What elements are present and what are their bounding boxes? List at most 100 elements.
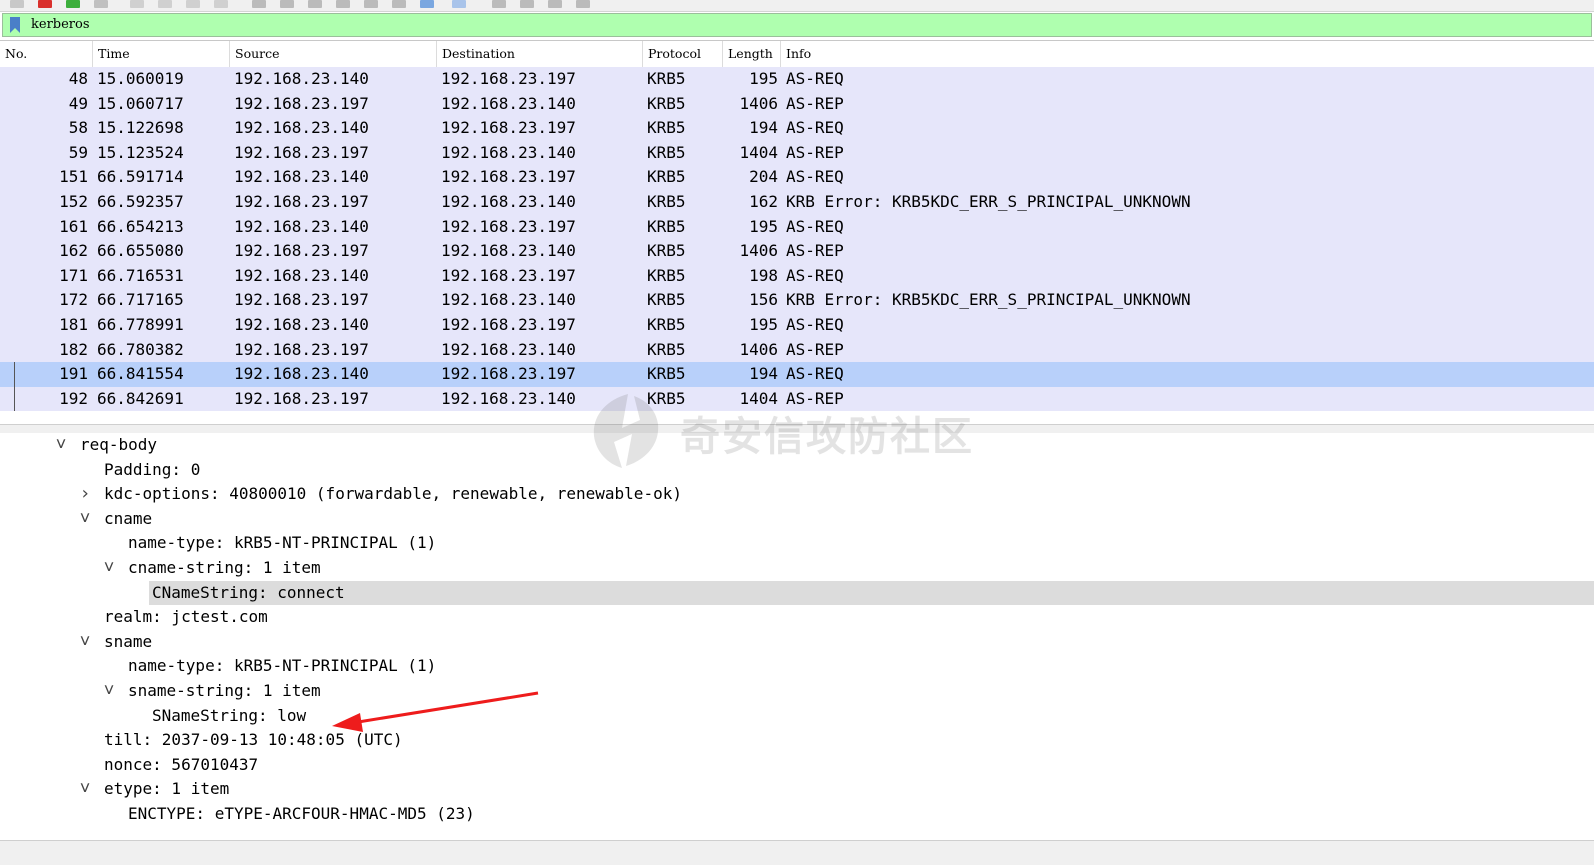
packet-row[interactable]: 192 66.842691 192.168.23.197 192.168.23.140… [0, 386, 1594, 412]
packet-row[interactable]: 171 66.716531 192.168.23.140 192.168.23.197… [0, 263, 1594, 289]
cell-time: 15.060717 [97, 93, 184, 113]
tree-item[interactable]: ˅ sname-string: 1 item [0, 679, 1594, 704]
cell-destination: 192.168.23.197 [441, 364, 576, 384]
packet-details-tree[interactable]: ˅ req-body Padding: 0 › kdc-options: 4080001… [0, 433, 1594, 841]
tree-item[interactable]: SNameString: low [0, 704, 1594, 729]
tree-item[interactable]: Padding: 0 [0, 458, 1594, 483]
go-back-icon[interactable] [252, 0, 266, 8]
packet-row[interactable]: 58 15.122698 192.168.23.140 192.168.23.197 K… [0, 116, 1594, 141]
cell-no: 151 [59, 167, 88, 187]
packet-row[interactable]: 48 15.060019 192.168.23.140 192.168.23.197 K… [0, 67, 1594, 92]
tree-item[interactable]: ˅ sname [0, 630, 1594, 655]
column-header-length[interactable]: Length [723, 41, 781, 67]
cell-info: AS-REQ [786, 216, 844, 236]
reload-icon[interactable] [214, 0, 228, 8]
bookmark-icon[interactable] [9, 17, 21, 33]
tree-item[interactable]: ENCTYPE: eTYPE-ARCFOUR-HMAC-MD5 (23) [0, 802, 1594, 827]
chevron-down-icon[interactable]: ˅ [102, 679, 116, 704]
tree-item-label: name-type: kRB5-NT-PRINCIPAL (1) [128, 533, 437, 553]
packet-row[interactable]: 161 66.654213 192.168.23.140 192.168.23.197… [0, 214, 1594, 240]
cell-time: 66.778991 [97, 315, 184, 334]
column-icon[interactable] [576, 0, 590, 8]
tree-item[interactable]: › kdc-options: 40800010 (forwardable, ren… [0, 482, 1594, 507]
resize-columns-icon[interactable] [548, 0, 562, 8]
tree-item-label: cname-string: 1 item [128, 558, 321, 577]
tree-item[interactable]: CNameString: connect [0, 580, 1594, 606]
packet-row[interactable]: 49 15.060717 192.168.23.197 192.168.23.140 K… [0, 91, 1594, 117]
tree-item[interactable]: ˅ cname-string: 1 item [0, 556, 1594, 581]
cell-destination: 192.168.23.140 [441, 241, 576, 261]
last-packet-icon[interactable] [364, 0, 378, 8]
toolbar-icon[interactable] [10, 0, 24, 8]
cell-info: AS-REP [786, 93, 844, 113]
packet-row[interactable]: 59 15.123524 192.168.23.197 192.168.23.140 K… [0, 140, 1594, 166]
column-header-no[interactable]: No. [0, 41, 93, 67]
column-header-time[interactable]: Time [93, 41, 230, 67]
cell-destination: 192.168.23.197 [441, 216, 576, 236]
tree-item[interactable]: ˅ etype: 1 item [0, 777, 1594, 802]
tree-item[interactable]: ˅ req-body [0, 433, 1594, 458]
tree-item-label: ENCTYPE: eTYPE-ARCFOUR-HMAC-MD5 (23) [128, 804, 475, 823]
column-header-protocol[interactable]: Protocol [643, 41, 723, 67]
packet-row[interactable]: 151 66.591714 192.168.23.140 192.168.23.197… [0, 165, 1594, 190]
packet-row[interactable]: 152 66.592357 192.168.23.197 192.168.23.140… [0, 190, 1594, 215]
tree-item[interactable]: realm: jctest.com [0, 605, 1594, 630]
cell-info: AS-REP [786, 388, 844, 408]
auto-scroll-icon[interactable] [392, 0, 406, 8]
chevron-down-icon[interactable]: ˅ [78, 507, 92, 532]
column-header-info[interactable]: Info [781, 41, 1594, 67]
packet-row[interactable]: 172 66.717165 192.168.23.197 192.168.23.140… [0, 288, 1594, 313]
chevron-down-icon[interactable]: ˅ [78, 777, 92, 802]
zoom-out-icon[interactable] [492, 0, 506, 8]
cell-source: 192.168.23.197 [234, 241, 369, 261]
cell-length: 195 [749, 69, 778, 88]
packet-row[interactable]: 181 66.778991 192.168.23.140 192.168.23.197… [0, 313, 1594, 338]
display-filter-bar[interactable]: kerberos [2, 13, 1592, 37]
column-header-destination[interactable]: Destination [437, 41, 643, 67]
options-icon[interactable] [94, 0, 108, 8]
chevron-down-icon[interactable]: ˅ [78, 630, 92, 655]
cell-length: 195 [749, 216, 778, 236]
tree-item[interactable]: name-type: kRB5-NT-PRINCIPAL (1) [0, 654, 1594, 679]
display-filter-input[interactable]: kerberos [31, 17, 90, 32]
cell-protocol: KRB5 [647, 315, 686, 334]
cell-length: 1406 [739, 339, 778, 359]
cell-info: AS-REP [786, 339, 844, 359]
cell-length: 1404 [739, 388, 778, 408]
tree-item[interactable]: nonce: 567010437 [0, 753, 1594, 778]
cell-info: AS-REQ [786, 118, 844, 138]
cell-no: 152 [59, 192, 88, 211]
cell-time: 66.592357 [97, 192, 184, 211]
stop-capture-icon[interactable] [38, 0, 52, 8]
column-header-source[interactable]: Source [230, 41, 437, 67]
cell-source: 192.168.23.197 [234, 339, 369, 359]
tree-item[interactable]: name-type: kRB5-NT-PRINCIPAL (1) [0, 531, 1594, 556]
cell-no: 48 [68, 69, 88, 88]
cell-info: AS-REQ [786, 167, 844, 187]
save-file-icon[interactable] [158, 0, 172, 8]
tree-item[interactable]: till: 2037-09-13 10:48:05 (UTC) [0, 728, 1594, 753]
packet-row[interactable]: 191 66.841554 192.168.23.140 192.168.23.197… [0, 362, 1594, 387]
cell-time: 66.654213 [97, 216, 184, 236]
cell-source: 192.168.23.197 [234, 388, 369, 408]
close-file-icon[interactable] [186, 0, 200, 8]
chevron-right-icon[interactable]: › [78, 482, 92, 507]
tree-item-label: kdc-options: 40800010 (forwardable, rene… [104, 484, 682, 504]
zoom-in-icon[interactable] [452, 0, 466, 8]
packet-list-header: No. Time Source Destination Protocol Len… [0, 41, 1594, 67]
normal-size-icon[interactable] [520, 0, 534, 8]
restart-capture-icon[interactable] [66, 0, 80, 8]
packet-row[interactable]: 162 66.655080 192.168.23.197 192.168.23.140… [0, 239, 1594, 264]
chevron-down-icon[interactable]: ˅ [54, 433, 68, 458]
cell-no: 171 [59, 265, 88, 285]
colorize-icon[interactable] [420, 0, 434, 8]
cell-source: 192.168.23.140 [234, 265, 369, 285]
go-to-packet-icon[interactable] [308, 0, 322, 8]
chevron-down-icon[interactable]: ˅ [102, 556, 116, 581]
first-packet-icon[interactable] [336, 0, 350, 8]
packet-list[interactable]: No. Time Source Destination Protocol Len… [0, 40, 1594, 415]
tree-item[interactable]: ˅ cname [0, 507, 1594, 532]
go-forward-icon[interactable] [280, 0, 294, 8]
packet-row[interactable]: 182 66.780382 192.168.23.197 192.168.23.140… [0, 337, 1594, 363]
open-file-icon[interactable] [130, 0, 144, 8]
